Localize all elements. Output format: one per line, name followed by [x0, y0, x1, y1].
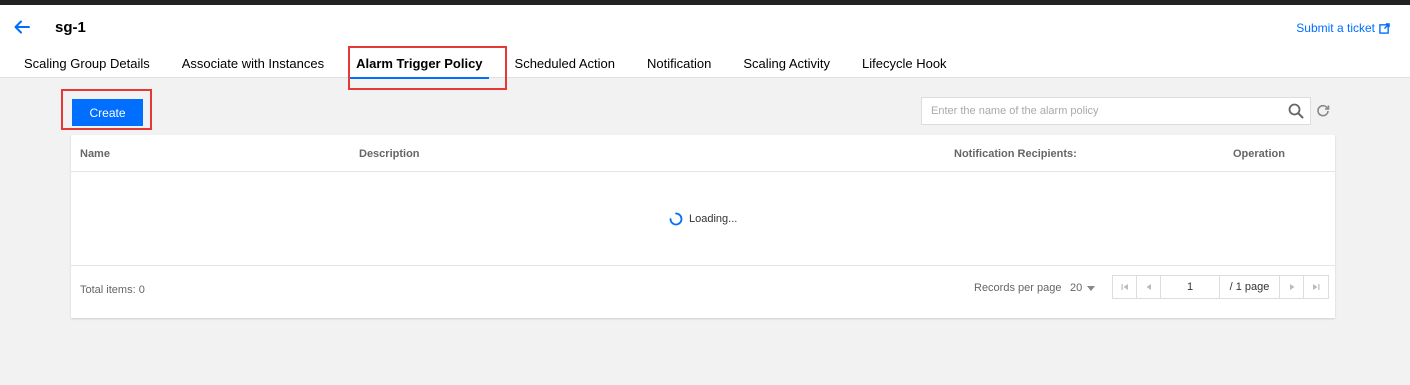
tab-alarm-trigger-policy[interactable]: Alarm Trigger Policy	[340, 49, 498, 79]
prev-page-button[interactable]	[1137, 276, 1161, 298]
page-header: sg-1 Submit a ticket Scaling Group Detai…	[0, 5, 1410, 79]
records-per-page-select[interactable]: 20	[1070, 282, 1096, 294]
records-per-page-value: 20	[1070, 282, 1083, 294]
total-items-count: 0	[138, 284, 145, 296]
last-page-button[interactable]	[1304, 276, 1328, 298]
search-input[interactable]	[922, 98, 1282, 124]
search-box	[921, 97, 1311, 125]
tab-scaling-activity[interactable]: Scaling Activity	[727, 49, 846, 79]
caret-down-icon	[1087, 285, 1096, 291]
table-footer: Total items: 0 Records per page 20 / 1 p…	[71, 266, 1335, 318]
records-per-page-label: Records per page	[974, 282, 1062, 294]
first-page-button[interactable]	[1113, 276, 1137, 298]
refresh-icon[interactable]	[1316, 104, 1330, 118]
next-page-button[interactable]	[1280, 276, 1304, 298]
loading-indicator: Loading...	[669, 212, 737, 226]
first-page-icon	[1121, 284, 1128, 290]
column-header-description: Description	[359, 148, 420, 160]
tab-notification[interactable]: Notification	[631, 49, 727, 79]
prev-page-icon	[1146, 284, 1151, 290]
total-items-label: Total items:	[80, 284, 136, 296]
column-header-notification-recipients: Notification Recipients:	[954, 148, 1077, 160]
back-arrow-icon[interactable]	[12, 17, 32, 37]
table-header: Name Description Notification Recipients…	[71, 135, 1335, 172]
create-highlight-box: Create	[61, 89, 152, 130]
loading-text: Loading...	[689, 213, 738, 225]
external-link-icon	[1379, 22, 1390, 34]
tab-scaling-group-details[interactable]: Scaling Group Details	[8, 49, 166, 79]
column-header-name: Name	[80, 148, 110, 160]
tab-lifecycle-hook[interactable]: Lifecycle Hook	[846, 49, 963, 79]
tab-associate-with-instances[interactable]: Associate with Instances	[166, 49, 340, 79]
submit-ticket-label: Submit a ticket	[1296, 21, 1375, 35]
tab-scheduled-action[interactable]: Scheduled Action	[499, 49, 631, 79]
create-button[interactable]: Create	[72, 99, 143, 126]
tab-bar: Scaling Group Details Associate with Ins…	[8, 49, 963, 79]
column-header-operation: Operation	[1233, 148, 1285, 160]
spinner-icon	[669, 212, 683, 226]
next-page-icon	[1289, 284, 1294, 290]
page-total: / 1 page	[1220, 276, 1280, 298]
total-items: Total items: 0	[80, 284, 145, 296]
last-page-icon	[1313, 284, 1320, 290]
submit-ticket-link[interactable]: Submit a ticket	[1296, 21, 1390, 35]
table-body: Loading...	[71, 172, 1335, 266]
page-number-input[interactable]	[1161, 276, 1220, 298]
page-title: sg-1	[55, 19, 86, 36]
pagination: / 1 page	[1112, 275, 1329, 299]
policy-table: Name Description Notification Recipients…	[71, 135, 1335, 318]
search-icon[interactable]	[1288, 103, 1304, 119]
